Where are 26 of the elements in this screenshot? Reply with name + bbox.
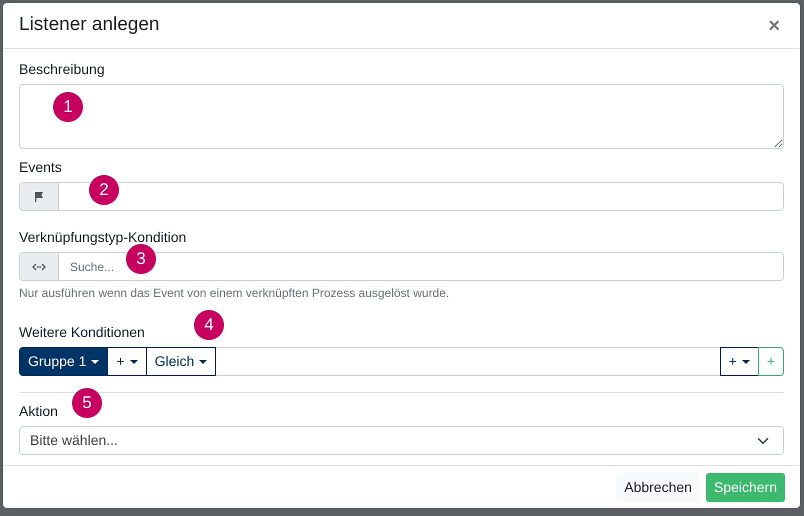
description-field[interactable] — [19, 84, 784, 149]
hint-text: Nur ausführen wenn das Event von einem verknüpften Prozess ausgelöst wurde. — [19, 285, 450, 302]
events-field[interactable] — [59, 182, 784, 211]
number-marker: 4 — [194, 310, 224, 340]
close-button[interactable]: × — [764, 16, 784, 36]
link-icon — [19, 252, 59, 281]
field-label: Weitere Konditionen — [19, 323, 145, 342]
caret-icon — [130, 360, 138, 364]
dropdown-button[interactable]: Gleich — [146, 347, 216, 376]
dropdown-button[interactable]: + — [107, 347, 147, 376]
caret-icon — [199, 360, 208, 364]
caret-icon — [742, 360, 750, 364]
number-marker: 3 — [126, 244, 156, 274]
field-label: Events — [19, 158, 62, 177]
field-label: Verknüpfungstyp-Kondition — [19, 228, 186, 247]
dropdown-button[interactable]: + — [720, 347, 759, 376]
number-marker: 2 — [89, 175, 119, 205]
dropdown-button[interactable]: Gruppe 1 — [19, 347, 108, 376]
number-marker: 5 — [72, 388, 102, 418]
caret-icon — [91, 360, 100, 364]
flag-icon — [19, 182, 59, 211]
dialog-title: Listener anlegen — [19, 13, 160, 38]
field-label: Aktion — [19, 402, 58, 421]
field-label: Beschreibung — [19, 60, 105, 79]
action-select[interactable]: Bitte wählen... — [19, 426, 784, 455]
cancel-button[interactable]: Abbrechen — [616, 472, 700, 502]
